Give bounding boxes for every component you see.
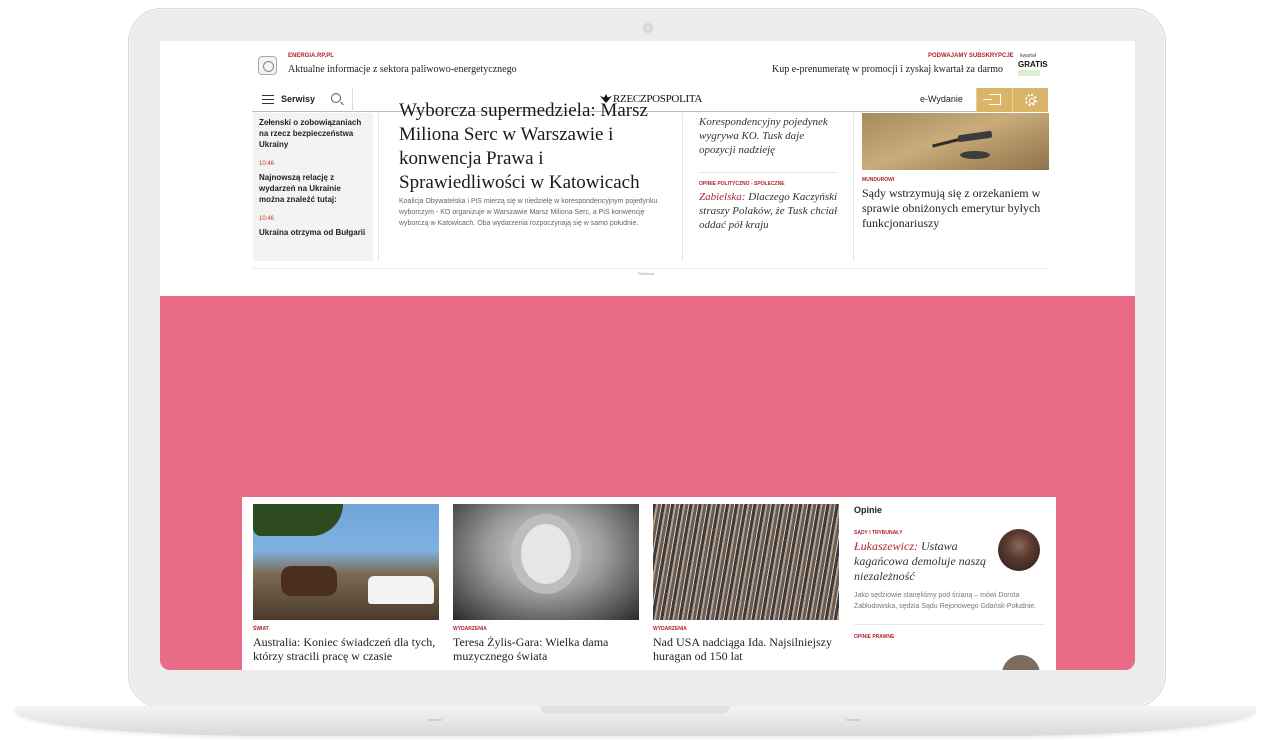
laptop-notch bbox=[540, 706, 730, 714]
laptop-foot bbox=[428, 719, 442, 721]
login-button[interactable] bbox=[976, 88, 1012, 112]
card-title[interactable]: Australia: Koniec świadczeń dla tych, kt… bbox=[253, 635, 439, 663]
promo-right-tag[interactable]: PODWAJAMY SUBSKRYPCJE bbox=[928, 53, 1014, 59]
gavel-head bbox=[957, 130, 993, 143]
opinions-heading[interactable]: Opinie bbox=[854, 505, 1044, 515]
col3-rule bbox=[699, 172, 836, 173]
col4-article-title[interactable]: Sądy wstrzymują się z orzekaniem w spraw… bbox=[862, 186, 1047, 231]
photo-tree bbox=[253, 504, 343, 536]
ad-label: Reklama bbox=[638, 271, 654, 276]
promo-left-link[interactable]: Aktualne informacje z sektora paliwowo-e… bbox=[288, 64, 517, 75]
gratis-highlight bbox=[1018, 70, 1040, 76]
card-title[interactable]: Nad USA nadciąga Ida. Najsilniejszy hura… bbox=[653, 635, 839, 663]
column-divider bbox=[378, 113, 379, 261]
nav-divider bbox=[352, 88, 353, 112]
col3-article-title[interactable]: Zabielska: Dlaczego Kaczyński straszy Po… bbox=[699, 190, 839, 232]
photo-face bbox=[521, 524, 571, 584]
gratis-small: kwartał bbox=[1020, 53, 1036, 59]
main-article-title[interactable]: Wyborcza supermedziela: Marsz Miliona Se… bbox=[399, 99, 664, 195]
laptop-foot bbox=[846, 719, 860, 721]
gavel-base bbox=[960, 151, 990, 159]
column-divider bbox=[682, 113, 683, 261]
gear-icon bbox=[1025, 94, 1037, 106]
card-tag[interactable]: ŚWIAT bbox=[253, 626, 439, 632]
col3-tag[interactable]: OPINIE POLITYCZNO - SPOŁECZNE bbox=[699, 181, 785, 187]
opinion-rule bbox=[854, 624, 1044, 625]
section-rule bbox=[252, 268, 1048, 269]
settings-button[interactable] bbox=[1012, 88, 1048, 112]
photo-horse bbox=[281, 566, 337, 596]
gratis-badge[interactable]: GRATIS bbox=[1018, 60, 1048, 69]
e-wydanie-link[interactable]: e-Wydanie bbox=[920, 94, 963, 104]
police-horses-photo[interactable] bbox=[253, 504, 439, 620]
bottom-section: ŚWIAT Australia: Koniec świadczeń dla ty… bbox=[242, 497, 1056, 670]
screen: ENERGIA.RP.PL Aktualne informacje z sekt… bbox=[160, 41, 1135, 670]
col4-tag[interactable]: MUNDUROWI bbox=[862, 177, 894, 183]
hamburger-icon[interactable] bbox=[262, 95, 274, 104]
login-icon bbox=[983, 94, 1001, 105]
live-item[interactable]: Zełenski o zobowiązaniach na rzecz bezpi… bbox=[259, 117, 367, 150]
portrait-photo[interactable] bbox=[453, 504, 639, 620]
card-tag[interactable]: WYDARZENIA bbox=[453, 626, 639, 632]
live-feed: Zełenski o zobowiązaniach na rzecz bezpi… bbox=[253, 113, 373, 261]
search-icon[interactable] bbox=[331, 93, 341, 103]
promo-left-tag[interactable]: ENERGIA.RP.PL bbox=[288, 53, 334, 59]
news-card[interactable]: WYDARZENIA Teresa Żylis-Gara: Wielka dam… bbox=[453, 504, 639, 663]
card-title[interactable]: Teresa Żylis-Gara: Wielka dama muzyczneg… bbox=[453, 635, 639, 663]
gavel-photo[interactable] bbox=[862, 113, 1049, 170]
opinions-column: Opinie SĄDY I TRYBUNAŁY Łukaszewicz: Ust… bbox=[854, 505, 1044, 640]
news-card[interactable]: ŚWIAT Australia: Koniec świadczeń dla ty… bbox=[253, 504, 439, 663]
opinion-tag-2[interactable]: OPINIE PRAWNE bbox=[854, 634, 1044, 640]
card-tag[interactable]: WYDARZENIA bbox=[653, 626, 839, 632]
serwisy-menu-button[interactable]: Serwisy bbox=[281, 94, 315, 104]
opinion-title[interactable]: Łukaszewicz: Ustawa kagańcowa demoluje n… bbox=[854, 539, 1004, 584]
website-top: ENERGIA.RP.PL Aktualne informacje z sekt… bbox=[160, 41, 1135, 296]
crowd-photo[interactable] bbox=[653, 504, 839, 620]
energy-icon bbox=[258, 56, 277, 75]
promo-right-link[interactable]: Kup e-prenumeratę w promocji i zyskaj kw… bbox=[772, 64, 1003, 75]
main-article-lead: Koalicja Obywatelska i PiS mierzą się w … bbox=[399, 198, 658, 227]
live-item[interactable]: 10:46 Najnowszą relację z wydarzeń na Ukr… bbox=[259, 159, 367, 205]
col3-top-title[interactable]: Korespondencyjny pojedynek wygrywa KO. T… bbox=[699, 115, 839, 157]
column-divider bbox=[853, 113, 854, 261]
live-item[interactable]: 10:46 Ukraina otrzyma od Bułgarii bbox=[259, 214, 367, 238]
news-card[interactable]: WYDARZENIA Nad USA nadciąga Ida. Najsiln… bbox=[653, 504, 839, 663]
photo-car bbox=[368, 576, 434, 604]
author-avatar[interactable] bbox=[1002, 655, 1040, 670]
promo-bar: ENERGIA.RP.PL Aktualne informacje z sekt… bbox=[252, 51, 1052, 85]
opinion-lead: Jako sędziowie stanęliśmy pod ścianą – m… bbox=[854, 592, 1037, 610]
author-avatar[interactable] bbox=[998, 529, 1040, 571]
webcam-icon bbox=[643, 23, 653, 33]
